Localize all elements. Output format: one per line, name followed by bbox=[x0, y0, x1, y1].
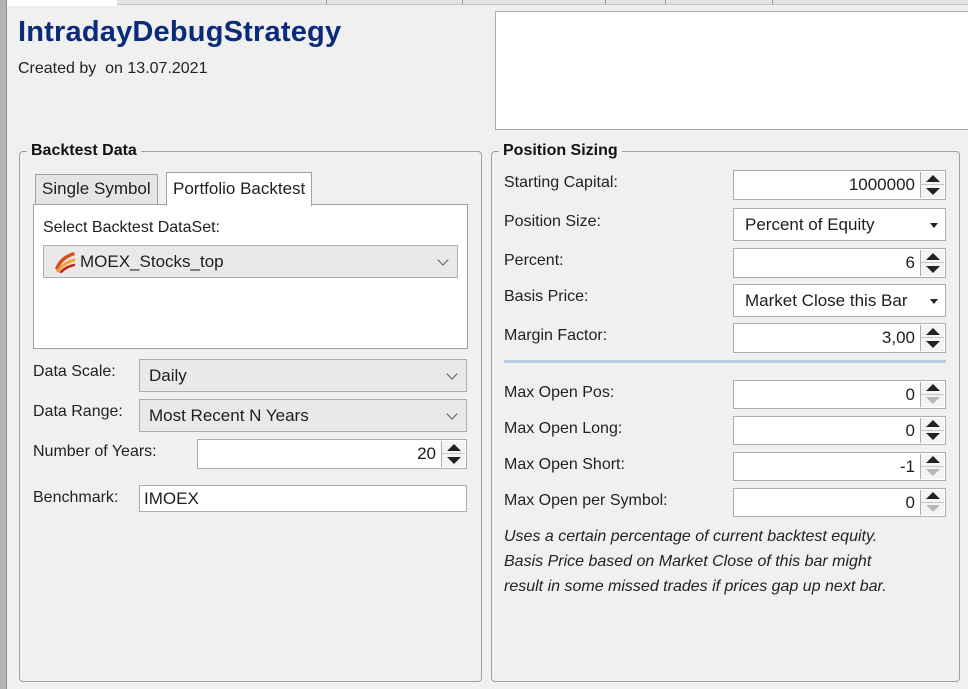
description-line: Basis Price based on Market Close of thi… bbox=[504, 553, 872, 570]
data-range-label: Data Range: bbox=[33, 403, 123, 420]
data-scale-label: Data Scale: bbox=[33, 363, 116, 380]
spin-up-icon[interactable] bbox=[921, 172, 944, 185]
max-open-short-value: -1 bbox=[899, 456, 915, 476]
max-open-long-value: 0 bbox=[905, 420, 915, 440]
dataset-icon bbox=[55, 251, 76, 273]
dataset-select[interactable]: MOEX_Stocks_top bbox=[43, 245, 458, 278]
spin-down-icon[interactable] bbox=[921, 185, 944, 198]
created-info: Created by on 13.07.2021 bbox=[18, 60, 208, 77]
stepper-buttons bbox=[920, 454, 944, 479]
tab-separator bbox=[462, 0, 463, 5]
percent-label: Percent: bbox=[504, 252, 564, 269]
margin-factor-stepper[interactable]: 3,00 bbox=[733, 323, 946, 353]
section-divider bbox=[504, 360, 946, 363]
position-sizing-title: Position Sizing bbox=[499, 142, 622, 160]
tab-single-symbol[interactable]: Single Symbol bbox=[35, 174, 158, 205]
position-sizing-description: Uses a certain percentage of current bac… bbox=[504, 524, 949, 599]
spin-down-icon[interactable] bbox=[921, 338, 944, 351]
position-size-value: Percent of Equity bbox=[745, 214, 875, 234]
spin-up-icon[interactable] bbox=[921, 325, 944, 338]
spin-up-icon[interactable] bbox=[442, 441, 465, 454]
chevron-down-icon bbox=[446, 367, 458, 380]
stepper-buttons bbox=[920, 418, 944, 443]
strategy-notes-box[interactable] bbox=[495, 11, 968, 130]
data-range-value: Most Recent N Years bbox=[149, 405, 309, 425]
max-open-per-symbol-value: 0 bbox=[905, 492, 915, 512]
benchmark-label: Benchmark: bbox=[33, 489, 119, 506]
dropdown-arrow-icon bbox=[930, 222, 938, 228]
max-open-per-symbol-stepper[interactable]: 0 bbox=[733, 488, 946, 517]
starting-capital-label: Starting Capital: bbox=[504, 174, 618, 191]
num-years-value: 20 bbox=[417, 444, 436, 463]
stepper-buttons bbox=[920, 382, 944, 407]
page-title: IntradayDebugStrategy bbox=[18, 16, 342, 48]
spin-down-icon[interactable] bbox=[921, 263, 944, 276]
dataset-label: Select Backtest DataSet: bbox=[43, 219, 220, 236]
spin-down-icon[interactable] bbox=[921, 395, 944, 408]
data-scale-select[interactable]: Daily bbox=[139, 359, 467, 392]
benchmark-input[interactable]: IMOEX bbox=[139, 485, 467, 512]
max-open-pos-label: Max Open Pos: bbox=[504, 384, 615, 401]
spin-up-icon[interactable] bbox=[921, 250, 944, 263]
chevron-down-icon bbox=[446, 407, 458, 420]
max-open-long-label: Max Open Long: bbox=[504, 420, 623, 437]
spin-down-icon[interactable] bbox=[442, 454, 465, 467]
max-open-short-stepper[interactable]: -1 bbox=[733, 452, 946, 481]
basis-price-label: Basis Price: bbox=[504, 288, 589, 305]
max-open-short-label: Max Open Short: bbox=[504, 456, 625, 473]
starting-capital-stepper[interactable]: 1000000 bbox=[733, 170, 946, 200]
margin-factor-label: Margin Factor: bbox=[504, 327, 608, 344]
spin-down-icon[interactable] bbox=[921, 467, 944, 480]
spin-up-icon[interactable] bbox=[921, 382, 944, 395]
percent-value: 6 bbox=[905, 253, 915, 272]
num-years-stepper[interactable]: 20 bbox=[197, 439, 467, 469]
spin-up-icon[interactable] bbox=[921, 490, 944, 503]
tab-separator bbox=[326, 0, 327, 5]
position-size-label: Position Size: bbox=[504, 213, 601, 230]
description-line: result in some missed trades if prices g… bbox=[504, 578, 887, 595]
dataset-value: MOEX_Stocks_top bbox=[80, 251, 224, 271]
stepper-buttons bbox=[920, 172, 944, 198]
max-open-long-stepper[interactable]: 0 bbox=[733, 416, 946, 445]
tab-separator bbox=[605, 0, 606, 5]
basis-price-select[interactable]: Market Close this Bar bbox=[733, 284, 946, 317]
stepper-buttons bbox=[920, 250, 944, 276]
tab-separator bbox=[772, 0, 773, 5]
max-open-pos-stepper[interactable]: 0 bbox=[733, 380, 946, 409]
tab-separator bbox=[665, 0, 666, 5]
stepper-buttons bbox=[441, 441, 465, 467]
stepper-buttons bbox=[920, 325, 944, 351]
description-line: Uses a certain percentage of current bac… bbox=[504, 528, 878, 545]
num-years-label: Number of Years: bbox=[33, 443, 157, 460]
spin-down-icon[interactable] bbox=[921, 431, 944, 444]
top-tab-strip bbox=[7, 0, 968, 6]
tab-portfolio-backtest[interactable]: Portfolio Backtest bbox=[166, 172, 313, 206]
starting-capital-value: 1000000 bbox=[848, 175, 915, 194]
percent-stepper[interactable]: 6 bbox=[733, 248, 946, 278]
stepper-buttons bbox=[920, 490, 944, 515]
backtest-data-title: Backtest Data bbox=[27, 142, 141, 160]
max-open-pos-value: 0 bbox=[905, 384, 915, 404]
spin-up-icon[interactable] bbox=[921, 454, 944, 467]
spin-down-icon[interactable] bbox=[921, 503, 944, 516]
position-size-select[interactable]: Percent of Equity bbox=[733, 208, 946, 241]
data-scale-value: Daily bbox=[149, 365, 187, 385]
window-left-edge bbox=[0, 0, 7, 689]
chevron-down-icon bbox=[437, 253, 449, 266]
basis-price-value: Market Close this Bar bbox=[745, 290, 908, 310]
dropdown-arrow-icon bbox=[930, 298, 938, 304]
spin-up-icon[interactable] bbox=[921, 418, 944, 431]
data-range-select[interactable]: Most Recent N Years bbox=[139, 399, 467, 432]
top-tab-active[interactable] bbox=[7, 0, 117, 6]
max-open-per-symbol-label: Max Open per Symbol: bbox=[504, 492, 668, 509]
margin-factor-value: 3,00 bbox=[881, 328, 915, 347]
